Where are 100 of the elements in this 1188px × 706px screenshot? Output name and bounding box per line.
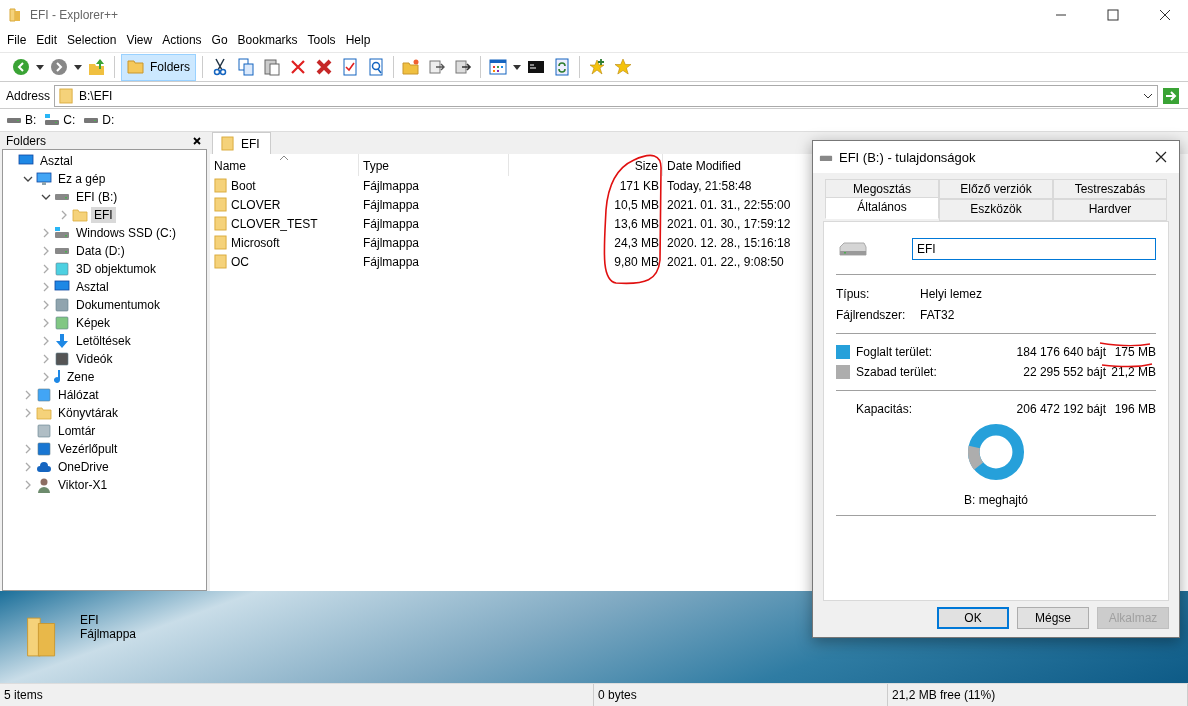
tree-item[interactable]: Hálózat xyxy=(55,387,102,403)
dialog-tab[interactable]: Eszközök xyxy=(939,199,1053,221)
property-value: FAT32 xyxy=(920,307,955,322)
tree-item[interactable]: Data (D:) xyxy=(73,243,128,259)
menu-item[interactable]: File xyxy=(2,33,32,47)
menu-item[interactable]: Tools xyxy=(302,33,341,47)
close-icon[interactable] xyxy=(193,136,201,145)
dialog-title: EFI (B:) - tulajdonságok xyxy=(839,149,976,165)
collapse-chevron-icon[interactable] xyxy=(23,174,33,184)
cross-icon[interactable] xyxy=(315,58,333,76)
dialog-tab[interactable]: Általános xyxy=(825,197,939,219)
tree-item[interactable]: EFI xyxy=(91,207,116,223)
menu-item[interactable]: View xyxy=(121,33,158,47)
dialog-tab[interactable]: Előző verziók xyxy=(939,179,1053,199)
tree-item[interactable]: OneDrive xyxy=(55,459,112,475)
dialog-button[interactable]: OK xyxy=(937,607,1009,629)
menu-item[interactable]: Actions xyxy=(157,33,207,47)
document-arrow-icon[interactable] xyxy=(428,58,446,76)
column-header[interactable]: Size xyxy=(509,154,663,176)
menu-item[interactable]: Go xyxy=(206,33,233,47)
table-cell-text: Today, 21:58:48 xyxy=(666,177,753,195)
caret-icon[interactable] xyxy=(513,64,521,70)
file-name[interactable]: Boot xyxy=(210,176,359,195)
menu-item[interactable]: Selection xyxy=(62,33,122,47)
tree-item[interactable]: Lomtár xyxy=(55,423,99,439)
menu-item[interactable]: Bookmarks xyxy=(232,33,303,47)
menu-item[interactable]: Help xyxy=(340,33,376,47)
file-name[interactable]: OC xyxy=(210,252,359,271)
folder-tab[interactable]: EFI xyxy=(212,132,271,154)
drive-icon xyxy=(54,247,70,255)
file-name[interactable]: CLOVER xyxy=(210,195,359,214)
donut-drawing xyxy=(967,423,1025,481)
star-icon[interactable] xyxy=(614,58,632,76)
magnifier-icon[interactable] xyxy=(367,58,385,76)
scissors-icon[interactable] xyxy=(211,58,229,76)
clipboard-icon[interactable] xyxy=(263,58,281,76)
property-value: 196 MB xyxy=(1113,402,1156,416)
tree-item[interactable]: 3D objektumok xyxy=(73,261,160,277)
folders-button[interactable]: Folders xyxy=(121,53,196,81)
name-field[interactable]: EFI xyxy=(912,238,1156,260)
expand-chevron-icon[interactable] xyxy=(23,462,33,472)
tree-item[interactable]: Viktor-X1 xyxy=(55,477,111,493)
expand-chevron-icon[interactable] xyxy=(41,318,51,328)
status-text: 5 items xyxy=(0,684,594,706)
address-field[interactable]: B:\EFI xyxy=(54,85,1158,107)
tree-item[interactable]: Asztal xyxy=(73,279,112,295)
folder-up-icon[interactable] xyxy=(88,58,106,76)
tree-item[interactable]: Videók xyxy=(73,351,116,367)
expand-chevron-icon[interactable] xyxy=(41,372,51,382)
window-title: EFI - Explorer++ xyxy=(30,8,119,22)
expand-chevron-icon[interactable] xyxy=(23,444,33,454)
checklist-icon[interactable] xyxy=(341,58,359,76)
expand-chevron-icon[interactable] xyxy=(23,408,33,418)
drive-button[interactable]: D: xyxy=(83,113,115,127)
copy-icon[interactable] xyxy=(237,58,255,76)
property-label: Fájlrendszer: xyxy=(836,307,907,322)
chevron-down-icon[interactable] xyxy=(1143,93,1153,99)
dialog-tab[interactable]: Hardver xyxy=(1053,199,1167,221)
refresh-icon[interactable] xyxy=(553,58,571,76)
collapse-chevron-icon[interactable] xyxy=(41,192,51,202)
tree-item[interactable]: Zene xyxy=(64,369,98,385)
terminal-icon[interactable] xyxy=(527,58,545,76)
expand-chevron-icon[interactable] xyxy=(59,210,69,220)
tree-item[interactable]: Windows SSD (C:) xyxy=(73,225,179,241)
expand-chevron-icon[interactable] xyxy=(41,354,51,364)
expand-chevron-icon[interactable] xyxy=(41,300,51,310)
expand-chevron-icon[interactable] xyxy=(41,264,51,274)
column-header[interactable]: Name xyxy=(210,154,359,176)
dialog-tab[interactable]: Testreszabás xyxy=(1053,179,1167,199)
tree-item[interactable]: Képek xyxy=(73,315,114,331)
tree-item[interactable]: EFI (B:) xyxy=(73,189,121,205)
expand-chevron-icon[interactable] xyxy=(23,390,33,400)
new-folder-icon[interactable] xyxy=(402,58,420,76)
music-note-icon xyxy=(54,369,61,385)
drive-button[interactable]: C: xyxy=(44,113,76,127)
caret-icon[interactable] xyxy=(36,64,44,70)
file-name[interactable]: Microsoft xyxy=(210,233,359,252)
column-header[interactable]: Type xyxy=(359,154,509,176)
expand-chevron-icon[interactable] xyxy=(23,480,33,490)
caret-icon[interactable] xyxy=(74,64,82,70)
expand-chevron-icon[interactable] xyxy=(41,282,51,292)
menu-item[interactable]: Edit xyxy=(31,33,63,47)
grid-view-icon[interactable] xyxy=(489,58,507,76)
close-icon[interactable] xyxy=(1155,151,1167,163)
cross-icon[interactable] xyxy=(289,58,307,76)
tree-item[interactable]: Ez a gép xyxy=(55,171,109,187)
tree-item[interactable]: Könyvtárak xyxy=(55,405,122,421)
file-name[interactable]: CLOVER_TEST xyxy=(210,214,359,233)
tree-item[interactable]: Dokumentumok xyxy=(73,297,164,313)
document-arrow-icon[interactable] xyxy=(454,58,472,76)
expand-chevron-icon[interactable] xyxy=(41,246,51,256)
tree-item[interactable]: Letöltések xyxy=(73,333,134,349)
drive-button[interactable]: B: xyxy=(6,113,37,127)
dialog-button[interactable]: Mégse xyxy=(1017,607,1089,629)
dialog-tab[interactable]: Megosztás xyxy=(825,179,939,199)
expand-chevron-icon[interactable] xyxy=(41,336,51,346)
tree-item[interactable]: Vezérlőpult xyxy=(55,441,121,457)
expand-chevron-icon[interactable] xyxy=(41,228,51,238)
star-plus-icon[interactable] xyxy=(588,58,606,76)
tree-item[interactable]: Asztal xyxy=(37,153,76,169)
